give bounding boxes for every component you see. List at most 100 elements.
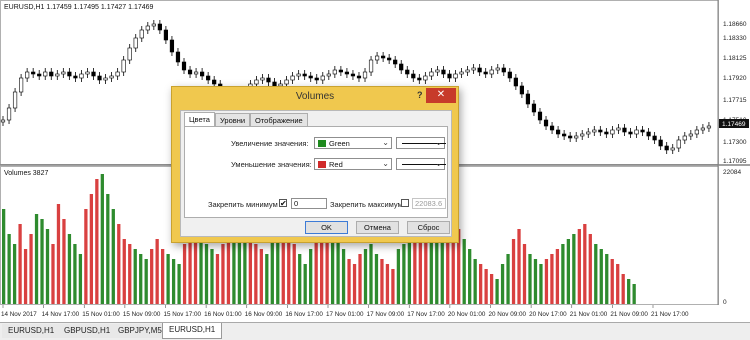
candle-body	[598, 129, 603, 133]
volume-bar	[287, 234, 291, 304]
volume-bar	[352, 264, 357, 304]
volume-bar	[621, 274, 625, 304]
ok-button[interactable]: OK	[305, 221, 348, 234]
volume-bar	[106, 194, 110, 304]
price-tick: 1.18660	[723, 21, 747, 28]
decrease-color-name: Red	[329, 160, 343, 169]
fix-max-checkbox[interactable]	[401, 199, 409, 207]
candle-body	[350, 73, 356, 77]
time-label: 20 Nov 09:00	[489, 311, 527, 318]
volume-bar	[12, 244, 17, 304]
candle-body	[103, 77, 108, 81]
decrease-color-select[interactable]: Red ⌄	[314, 158, 392, 170]
fix-max-input[interactable]: 22083.6	[412, 198, 446, 209]
volume-bar	[330, 234, 335, 304]
volume-bar	[396, 249, 401, 304]
candle-body	[260, 77, 265, 81]
help-button[interactable]: ?	[417, 90, 423, 100]
candle-body	[459, 71, 464, 75]
chart-title: EURUSD,H1 1.17459 1.17495 1.17427 1.1746…	[4, 4, 154, 11]
candle-body	[453, 73, 458, 79]
time-label: 20 Nov 01:00	[448, 311, 486, 318]
volume-bar	[265, 254, 269, 304]
tab-gbpjpy-m5[interactable]: GBPJPY,M5	[112, 324, 169, 338]
volume-bar	[34, 214, 39, 304]
volume-bar	[605, 254, 609, 304]
volume-bar	[166, 254, 170, 304]
candle-body	[31, 71, 36, 75]
candle-body	[417, 77, 422, 81]
volume-bar	[473, 259, 477, 304]
fix-min-checkbox[interactable]: ✔	[279, 199, 287, 208]
candle-body	[513, 77, 518, 87]
time-label: 21 Nov 17:00	[651, 311, 689, 318]
candle-body	[393, 59, 398, 65]
volume-bar	[40, 219, 44, 304]
candle-body	[580, 133, 585, 137]
volume-bar	[51, 244, 55, 304]
volume-bar	[23, 249, 28, 304]
tab-eurusd-h1[interactable]: EURUSD,H1	[2, 324, 62, 338]
candle-body	[706, 125, 712, 129]
volume-bar	[128, 244, 132, 304]
tab-gbpusd-h1[interactable]: GBPUSD,H1	[58, 324, 118, 338]
fix-max-label: Закрепить максимум	[330, 200, 403, 209]
candle-body	[73, 75, 78, 79]
candle-body	[423, 75, 428, 81]
tab-colors[interactable]: Цвета	[184, 112, 215, 127]
candle-body	[616, 127, 621, 131]
candle-body	[374, 55, 380, 61]
chevron-down-icon: ⌄	[435, 159, 442, 168]
candle-body	[254, 79, 259, 85]
candle-body	[531, 103, 537, 113]
volume-bar	[18, 224, 22, 304]
volume-bar	[550, 254, 554, 304]
indicator-label: Volumes 3827	[4, 170, 48, 177]
volume-bar	[561, 244, 565, 304]
increase-color-name: Green	[329, 139, 350, 148]
candle-body	[115, 71, 120, 77]
volume-bar	[204, 244, 209, 304]
candle-body	[682, 135, 687, 141]
dialog-title-bar[interactable]: Volumes ? ✕	[172, 87, 458, 107]
decrease-line-style-select[interactable]: ⌄	[396, 158, 446, 170]
candle-body	[435, 69, 440, 73]
volume-bar	[73, 244, 77, 304]
volume-bar	[155, 239, 159, 304]
tab-eurusd-h1-active[interactable]: EURUSD,H1	[162, 323, 223, 339]
price-tick: 1.17715	[723, 97, 747, 104]
volume-bar	[347, 259, 351, 304]
fix-min-input[interactable]: 0	[291, 198, 327, 209]
tab-display[interactable]: Отображение	[250, 113, 308, 127]
volume-bar	[221, 244, 225, 304]
candle-body	[49, 71, 54, 77]
current-price-label: 1.17469	[722, 121, 746, 128]
candle-body	[646, 131, 651, 137]
candle-body	[568, 135, 573, 139]
volume-bar	[171, 259, 176, 304]
candle-body	[91, 71, 96, 77]
volume-bar	[517, 229, 521, 304]
volume-bar	[495, 279, 499, 304]
candle-body	[634, 129, 639, 135]
volume-bar	[45, 229, 50, 304]
cancel-button[interactable]: Отмена	[356, 221, 399, 234]
tab-levels[interactable]: Уровни	[215, 113, 251, 127]
candle-body	[175, 51, 181, 63]
close-button[interactable]: ✕	[426, 88, 456, 103]
candle-body	[658, 139, 663, 147]
increase-color-select[interactable]: Green ⌄	[314, 137, 392, 149]
decrease-label: Уменьшение значения:	[231, 160, 312, 169]
volume-bar	[292, 244, 296, 304]
volume-bar	[544, 259, 549, 304]
volume-bar	[407, 239, 412, 304]
candle-body	[332, 69, 337, 75]
volume-bar	[2, 209, 6, 304]
reset-button[interactable]: Сброс	[407, 221, 450, 234]
increase-line-style-select[interactable]: ⌄	[396, 137, 446, 149]
volume-bar	[577, 229, 581, 304]
candle-body	[628, 131, 633, 135]
candle-body	[43, 71, 48, 77]
candle-body	[387, 57, 392, 61]
candle-body	[25, 71, 30, 79]
